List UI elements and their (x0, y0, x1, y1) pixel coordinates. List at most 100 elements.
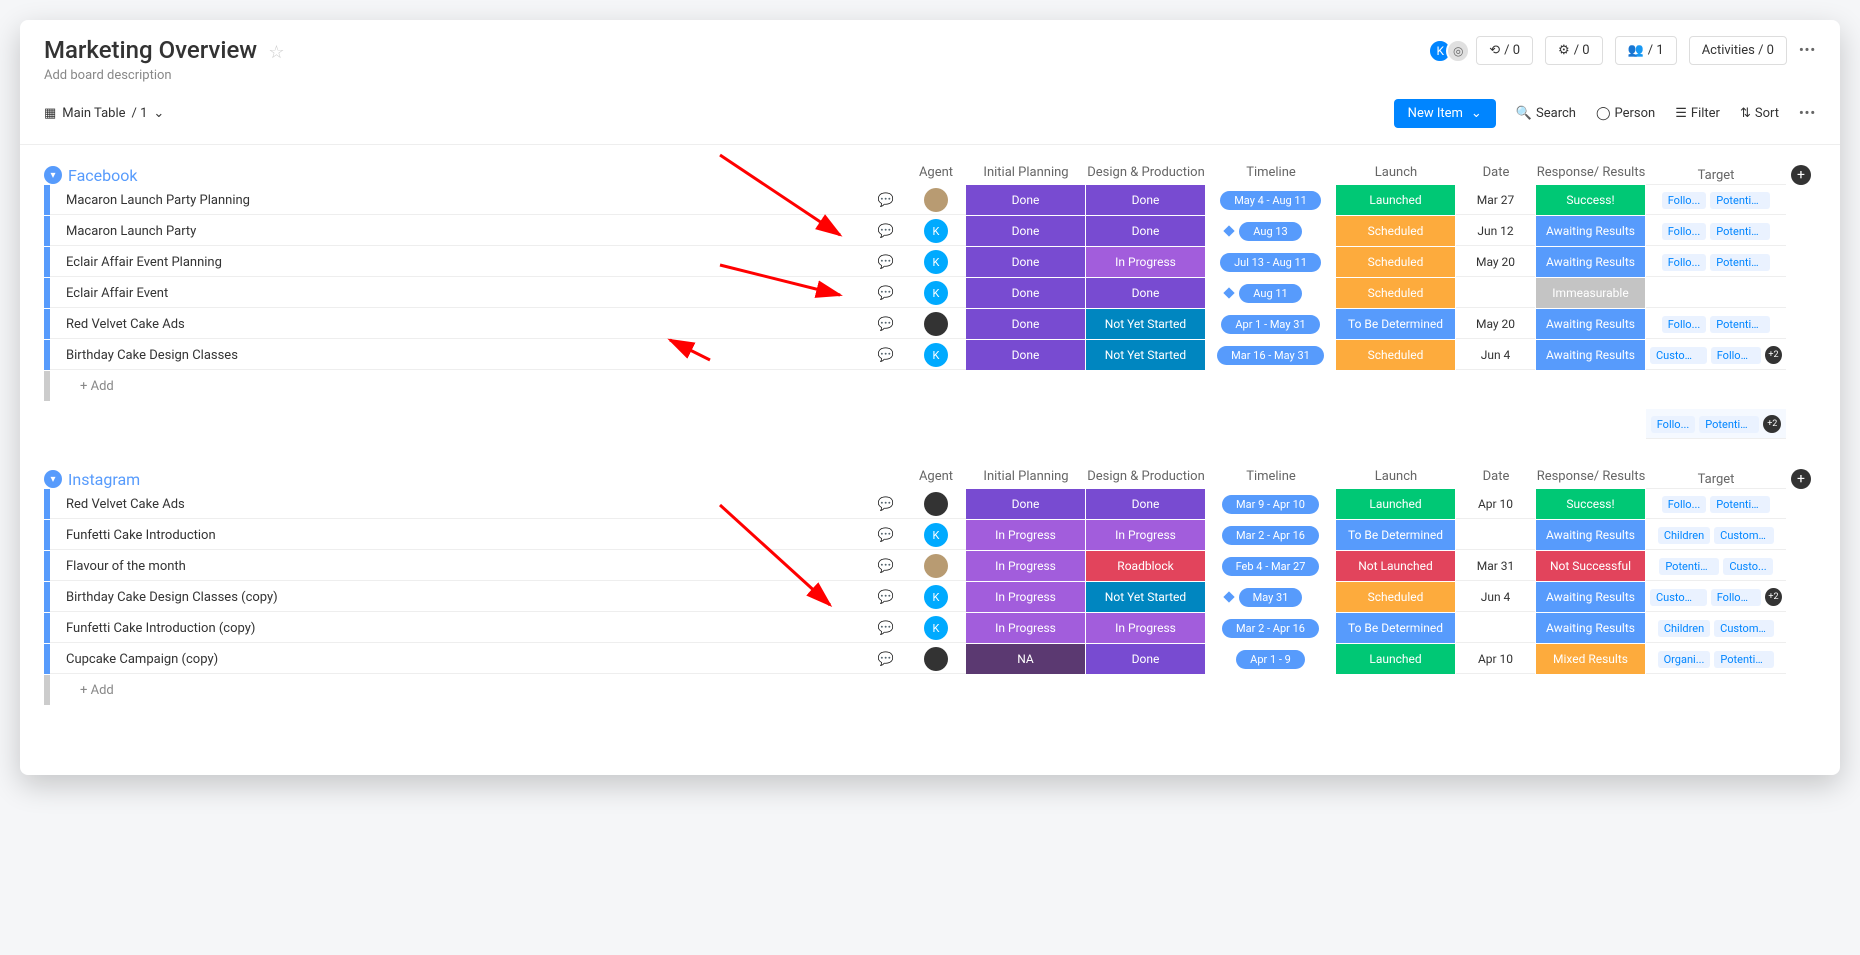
target-cell[interactable] (1646, 278, 1786, 308)
design-production-cell[interactable]: Roadblock (1086, 551, 1206, 581)
tag-more[interactable]: +2 (1765, 588, 1782, 606)
chat-icon[interactable]: 💬 (878, 528, 894, 543)
tag[interactable]: Custo... (1723, 558, 1772, 575)
table-row[interactable]: Macaron Launch Party 💬 K Done Done Aug 1… (44, 216, 1816, 246)
tag[interactable]: Potential F... (1714, 651, 1774, 668)
automation-counter[interactable]: ⟲/ 0 (1476, 36, 1533, 65)
timeline-cell[interactable]: Mar 2 - Apr 16 (1206, 613, 1336, 643)
launch-cell[interactable]: Scheduled (1336, 340, 1456, 370)
invite-counter[interactable]: 👥/ 1 (1615, 36, 1677, 65)
design-production-cell[interactable]: Done (1086, 216, 1206, 246)
launch-cell[interactable]: Scheduled (1336, 247, 1456, 277)
date-cell[interactable]: Jun 4 (1456, 340, 1536, 370)
chat-icon[interactable]: 💬 (878, 255, 894, 270)
target-cell[interactable]: ChildrenCustomers (1646, 520, 1786, 550)
date-cell[interactable]: Mar 27 (1456, 185, 1536, 215)
agent-cell[interactable] (906, 309, 966, 339)
initial-planning-cell[interactable]: In Progress (966, 520, 1086, 550)
chat-icon[interactable]: 💬 (878, 193, 894, 208)
column-header-design[interactable]: Design & Production (1086, 469, 1206, 489)
chat-icon[interactable]: 💬 (878, 224, 894, 239)
design-production-cell[interactable]: Done (1086, 278, 1206, 308)
initial-planning-cell[interactable]: Done (966, 278, 1086, 308)
initial-planning-cell[interactable]: In Progress (966, 613, 1086, 643)
tag[interactable]: Follo... (1662, 496, 1707, 513)
response-cell[interactable]: Awaiting Results (1536, 247, 1646, 277)
column-header-response[interactable]: Response/ Results (1536, 469, 1646, 489)
search-button[interactable]: 🔍Search (1516, 106, 1576, 121)
design-production-cell[interactable]: Not Yet Started (1086, 340, 1206, 370)
response-cell[interactable]: Awaiting Results (1536, 613, 1646, 643)
item-name-cell[interactable]: Macaron Launch Party 💬 (44, 216, 906, 246)
add-item-button[interactable]: + Add (44, 675, 1816, 705)
timeline-cell[interactable]: Jul 13 - Aug 11 (1206, 247, 1336, 277)
agent-cell[interactable]: K (906, 582, 966, 612)
launch-cell[interactable]: Launched (1336, 185, 1456, 215)
table-row[interactable]: Birthday Cake Design Classes 💬 K Done No… (44, 340, 1816, 370)
collapse-icon[interactable]: ▾ (44, 166, 62, 184)
table-row[interactable]: Funfetti Cake Introduction 💬 K In Progre… (44, 520, 1816, 550)
chat-icon[interactable]: 💬 (878, 652, 894, 667)
target-cell[interactable]: Follo...Potential Foll... (1646, 309, 1786, 339)
launch-cell[interactable]: Launched (1336, 644, 1456, 674)
date-cell[interactable] (1456, 613, 1536, 643)
timeline-cell[interactable]: May 31 (1206, 582, 1336, 612)
date-cell[interactable] (1456, 520, 1536, 550)
table-row[interactable]: Red Velvet Cake Ads 💬 Done Done Mar 9 - … (44, 489, 1816, 519)
column-header-date[interactable]: Date (1456, 165, 1536, 185)
tag[interactable]: Potential Foll... (1710, 496, 1770, 513)
response-cell[interactable]: Awaiting Results (1536, 309, 1646, 339)
target-cell[interactable]: Follo...Potential Foll... (1646, 216, 1786, 246)
column-header-target[interactable]: Target (1646, 165, 1786, 185)
response-cell[interactable]: Mixed Results (1536, 644, 1646, 674)
timeline-cell[interactable]: Aug 13 (1206, 216, 1336, 246)
collapse-icon[interactable]: ▾ (44, 470, 62, 488)
item-name-cell[interactable]: Eclair Affair Event 💬 (44, 278, 906, 308)
item-name-cell[interactable]: Birthday Cake Design Classes 💬 (44, 340, 906, 370)
board-members[interactable]: K ◎ (1428, 39, 1464, 63)
person-filter-button[interactable]: ◯Person (1596, 106, 1655, 121)
response-cell[interactable]: Awaiting Results (1536, 582, 1646, 612)
response-cell[interactable]: Success! (1536, 185, 1646, 215)
column-header-agent[interactable]: Agent (906, 165, 966, 185)
tag[interactable]: Custom... (1650, 347, 1707, 364)
design-production-cell[interactable]: Done (1086, 489, 1206, 519)
launch-cell[interactable]: Launched (1336, 489, 1456, 519)
chat-icon[interactable]: 💬 (878, 497, 894, 512)
item-name-cell[interactable]: Funfetti Cake Introduction 💬 (44, 520, 906, 550)
filter-button[interactable]: ☰Filter (1675, 106, 1720, 121)
item-name-cell[interactable]: Funfetti Cake Introduction (copy) 💬 (44, 613, 906, 643)
chat-icon[interactable]: 💬 (878, 286, 894, 301)
timeline-cell[interactable]: Mar 16 - May 31 (1206, 340, 1336, 370)
integration-counter[interactable]: ⚙/ 0 (1545, 36, 1603, 65)
timeline-cell[interactable]: Apr 1 - May 31 (1206, 309, 1336, 339)
date-cell[interactable]: May 20 (1456, 309, 1536, 339)
tag[interactable]: Customers (1714, 620, 1774, 637)
target-cell[interactable]: Follo...Potential Foll... (1646, 185, 1786, 215)
response-cell[interactable]: Awaiting Results (1536, 216, 1646, 246)
table-row[interactable]: Eclair Affair Event Planning 💬 K Done In… (44, 247, 1816, 277)
launch-cell[interactable]: Scheduled (1336, 216, 1456, 246)
tag[interactable]: Follow... (1711, 589, 1761, 606)
design-production-cell[interactable]: In Progress (1086, 520, 1206, 550)
response-cell[interactable]: Success! (1536, 489, 1646, 519)
item-name-cell[interactable]: Eclair Affair Event Planning 💬 (44, 247, 906, 277)
target-cell[interactable]: Custom...Follow...+2 (1646, 582, 1786, 612)
tag[interactable]: Customers (1714, 527, 1774, 544)
timeline-cell[interactable]: Mar 9 - Apr 10 (1206, 489, 1336, 519)
chat-icon[interactable]: 💬 (878, 559, 894, 574)
chat-icon[interactable]: 💬 (878, 590, 894, 605)
sort-button[interactable]: ⇅Sort (1740, 106, 1779, 121)
initial-planning-cell[interactable]: Done (966, 247, 1086, 277)
timeline-cell[interactable]: Mar 2 - Apr 16 (1206, 520, 1336, 550)
tag[interactable]: Follow... (1711, 347, 1761, 364)
table-row[interactable]: Red Velvet Cake Ads 💬 Done Not Yet Start… (44, 309, 1816, 339)
tag-more[interactable]: +2 (1765, 346, 1782, 364)
table-row[interactable]: Flavour of the month 💬 In Progress Roadb… (44, 551, 1816, 581)
table-row[interactable]: Macaron Launch Party Planning 💬 Done Don… (44, 185, 1816, 215)
target-cell[interactable]: Organi...Potential F... (1646, 644, 1786, 674)
agent-cell[interactable]: K (906, 340, 966, 370)
response-cell[interactable]: Awaiting Results (1536, 340, 1646, 370)
add-item-button[interactable]: + Add (44, 371, 1816, 401)
tag[interactable]: Potential F... (1699, 416, 1759, 433)
